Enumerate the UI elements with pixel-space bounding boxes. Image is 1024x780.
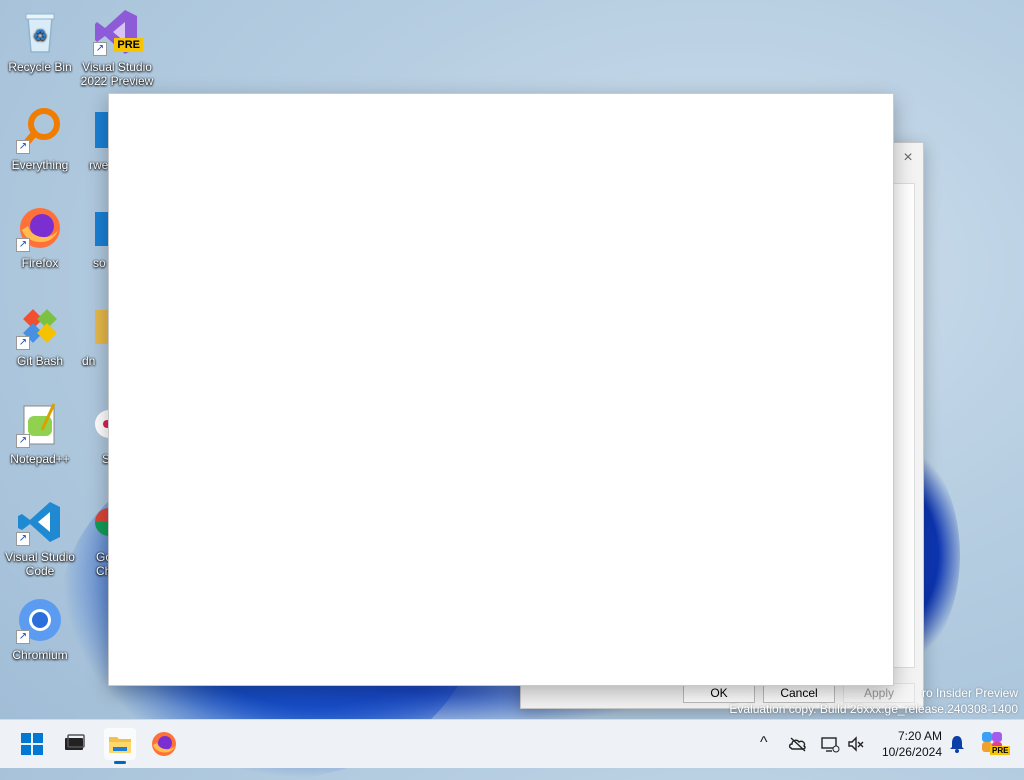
insider-preview-watermark: ro Insider Preview	[921, 686, 1018, 700]
desktop-icon-label: Visual Studio 2022 Preview	[80, 60, 154, 88]
desktop-icon-dn[interactable]: dn	[79, 302, 109, 368]
archive-file-icon	[93, 302, 109, 350]
desktop-icon-label: Chromium	[12, 648, 68, 662]
notepad-plus-plus-icon: ↗	[16, 400, 64, 448]
firefox-taskbar-button[interactable]	[148, 728, 180, 760]
slack-icon	[93, 400, 109, 448]
copilot-preview-badge: PRE	[990, 746, 1011, 755]
desktop-icon-recycle-bin[interactable]: ♻ Recycle Bin	[2, 8, 78, 74]
chromium-icon: ↗	[16, 596, 64, 644]
desktop-icon-label: so	[93, 256, 106, 270]
script-file-icon	[93, 204, 109, 252]
task-view-button[interactable]	[58, 728, 90, 760]
preview-badge: PRE	[114, 38, 143, 52]
desktop-icon-notepad-plus-plus[interactable]: ↗ Notepad++	[2, 400, 78, 466]
desktop-icon-label: Go Ch	[96, 550, 109, 578]
desktop-icon-rwe[interactable]: rwe	[79, 106, 109, 172]
desktop-icon-s[interactable]: S	[79, 400, 109, 466]
desktop-icon-label: Recycle Bin	[8, 60, 72, 74]
active-app-indicator	[114, 761, 126, 764]
taskbar: ^ 7:20 AM 10/26/2024 PRE	[0, 719, 1024, 768]
desktop-icon-label: Everything	[11, 158, 69, 172]
desktop-icon-everything[interactable]: ↗ Everything	[2, 106, 78, 172]
desktop-icon-chromium[interactable]: ↗ Chromium	[2, 596, 78, 662]
onedrive-offline-icon[interactable]	[788, 734, 808, 757]
desktop-icon-firefox[interactable]: ↗ Firefox	[2, 204, 78, 270]
visual-studio-icon: PRE ↗	[93, 8, 143, 56]
recycle-bin-icon: ♻	[16, 8, 64, 56]
blank-window[interactable]	[108, 93, 894, 686]
clock-date: 10/26/2024	[881, 745, 942, 759]
everything-search-icon: ↗	[16, 106, 64, 154]
shortcut-arrow-icon: ↗	[93, 42, 107, 56]
ok-button[interactable]: OK	[683, 683, 755, 703]
desktop-icon-label: Git Bash	[16, 354, 64, 368]
shortcut-arrow-icon: ↗	[16, 336, 30, 350]
shortcut-arrow-icon: ↗	[16, 140, 30, 154]
desktop-icon-visual-studio-2022-preview[interactable]: PRE ↗ Visual Studio 2022 Preview	[79, 8, 155, 88]
apply-button[interactable]: Apply	[843, 683, 915, 703]
git-bash-icon: ↗	[16, 302, 64, 350]
cancel-button[interactable]: Cancel	[763, 683, 835, 703]
shortcut-arrow-icon: ↗	[16, 238, 30, 252]
desktop-icon-vscode[interactable]: ↗ Visual Studio Code	[2, 498, 78, 578]
evaluation-copy-watermark: Evaluation copy. Build 26xxx.ge_release.…	[729, 702, 1018, 716]
file-explorer-button[interactable]	[104, 728, 136, 764]
script-file-icon	[93, 106, 109, 154]
show-hidden-icons-chevron[interactable]: ^	[760, 734, 768, 752]
shortcut-arrow-icon: ↗	[16, 532, 30, 546]
task-view-icon	[65, 734, 85, 750]
desktop-icon-label: rwe	[89, 158, 109, 172]
volume-muted-icon[interactable]	[846, 734, 866, 757]
firefox-icon: ↗	[16, 204, 64, 252]
vscode-icon: ↗	[16, 498, 64, 546]
chrome-icon	[93, 498, 109, 546]
desktop-icon-label: Notepad++	[10, 452, 70, 466]
clock[interactable]: 7:20 AM 10/26/2024	[882, 728, 942, 760]
network-icon[interactable]	[820, 734, 840, 757]
desktop-icon-label: Visual Studio Code	[5, 550, 75, 578]
desktop-icon-so[interactable]: so	[79, 204, 109, 270]
start-button[interactable]	[16, 728, 48, 760]
copilot-preview-icon[interactable]: PRE	[980, 730, 1011, 759]
desktop-icon-google-chrome[interactable]: Go Ch	[79, 498, 109, 578]
windows-start-icon	[21, 733, 43, 755]
shortcut-arrow-icon: ↗	[16, 630, 30, 644]
desktop-icon-git-bash[interactable]: ↗ Git Bash	[2, 302, 78, 368]
shortcut-arrow-icon: ↗	[16, 434, 30, 448]
close-icon[interactable]: ×	[899, 149, 917, 167]
desktop-icon-label: dn	[82, 354, 96, 368]
clock-time: 7:20 AM	[897, 729, 942, 743]
desktop-icon-label: S	[102, 452, 109, 466]
firefox-icon	[152, 732, 176, 756]
desktop-icon-label: Firefox	[21, 256, 59, 270]
svg-text:♻: ♻	[33, 28, 47, 45]
notification-bell-icon[interactable]	[948, 734, 966, 757]
file-explorer-icon	[109, 737, 131, 753]
